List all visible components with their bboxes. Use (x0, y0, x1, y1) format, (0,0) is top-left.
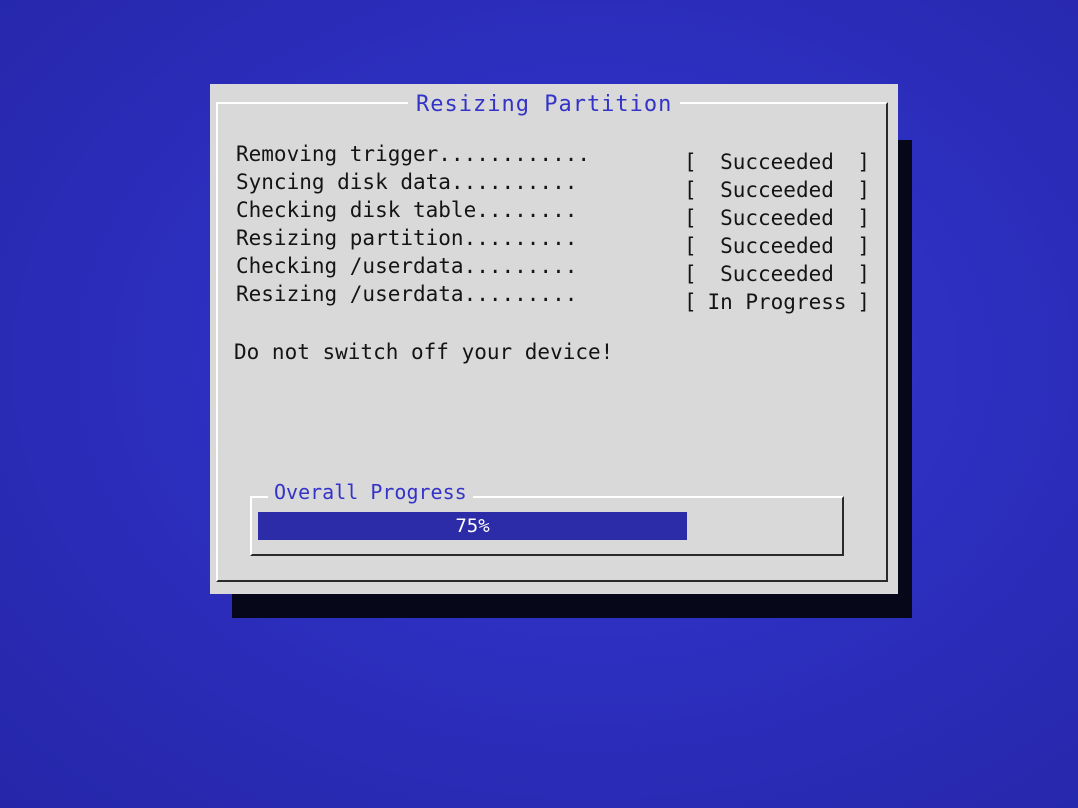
progress-title: Overall Progress (268, 480, 473, 504)
task-label: Removing trigger............ (236, 142, 591, 166)
bracket-close: ] (857, 290, 870, 314)
installer-screen: Resizing Partition Removing trigger.....… (0, 0, 1078, 808)
task-list: Removing trigger............ [ Succeeded… (236, 142, 876, 314)
task-row-resizing-userdata: Resizing /userdata......... [ In Progres… (236, 282, 876, 314)
task-label: Checking /userdata......... (236, 254, 578, 278)
task-row-syncing-disk-data: Syncing disk data.......... [ Succeeded … (236, 170, 876, 202)
task-row-checking-userdata: Checking /userdata......... [ Succeeded … (236, 254, 876, 286)
progress-track: 75% (258, 512, 830, 540)
status-text: In Progress (707, 290, 847, 314)
task-label: Checking disk table........ (236, 198, 578, 222)
task-label: Resizing partition......... (236, 226, 578, 250)
task-row-resizing-partition: Resizing partition......... [ Succeeded … (236, 226, 876, 258)
task-label: Syncing disk data.......... (236, 170, 578, 194)
warning-message: Do not switch off your device! (234, 340, 614, 364)
resizing-partition-dialog: Resizing Partition Removing trigger.....… (210, 84, 898, 594)
dialog-title: Resizing Partition (408, 92, 681, 117)
overall-progress-panel: Overall Progress 75% (250, 480, 844, 556)
task-row-removing-trigger: Removing trigger............ [ Succeeded… (236, 142, 876, 174)
progress-percent-label: 75% (455, 515, 490, 537)
task-label: Resizing /userdata......... (236, 282, 578, 306)
task-row-checking-disk-table: Checking disk table........ [ Succeeded … (236, 198, 876, 230)
